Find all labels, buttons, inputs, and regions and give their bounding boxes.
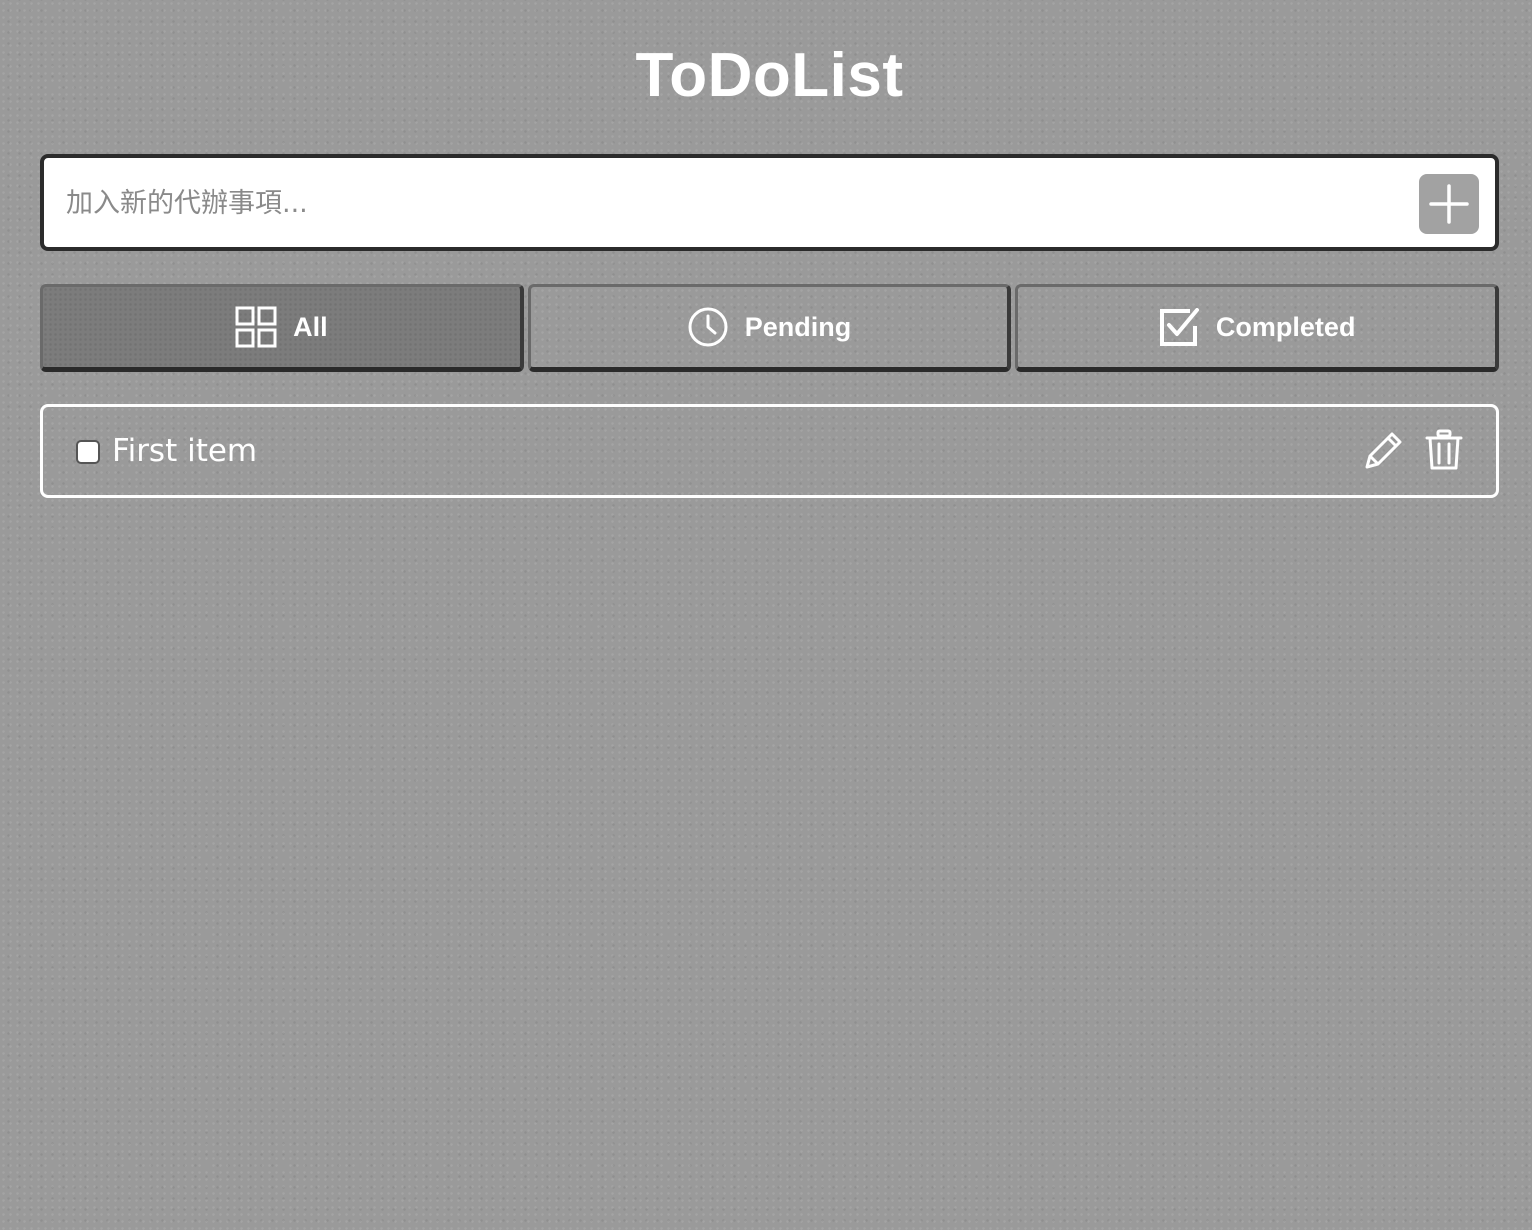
todo-list: First item xyxy=(40,404,1499,498)
trash-icon xyxy=(1425,429,1463,470)
edit-todo-button[interactable] xyxy=(1362,427,1406,473)
filter-tabs: All Pending Completed xyxy=(40,284,1500,372)
plus-icon xyxy=(1429,184,1469,224)
tab-completed[interactable]: Completed xyxy=(1015,284,1500,372)
grid-icon xyxy=(235,306,277,348)
new-todo-bar xyxy=(40,154,1499,251)
list-item: First item xyxy=(40,404,1499,498)
tab-pending-label: Pending xyxy=(744,311,852,342)
clock-icon xyxy=(688,307,728,347)
tab-pending[interactable]: Pending xyxy=(527,284,1012,372)
checkbox-checked-icon xyxy=(1159,308,1199,346)
tab-all[interactable]: All xyxy=(40,284,524,372)
new-todo-input[interactable] xyxy=(64,158,1398,249)
todo-text: First item xyxy=(112,433,258,469)
page-title: ToDoList xyxy=(635,41,904,110)
todo-actions xyxy=(1362,427,1466,473)
todo-app: ToDoList All Pending xyxy=(40,0,1500,498)
pencil-icon xyxy=(1365,432,1402,469)
tab-completed-label: Completed xyxy=(1215,311,1356,342)
tab-all-label: All xyxy=(293,311,328,342)
add-todo-button[interactable] xyxy=(1419,174,1479,234)
delete-todo-button[interactable] xyxy=(1422,427,1466,473)
todo-checkbox[interactable] xyxy=(76,440,100,464)
